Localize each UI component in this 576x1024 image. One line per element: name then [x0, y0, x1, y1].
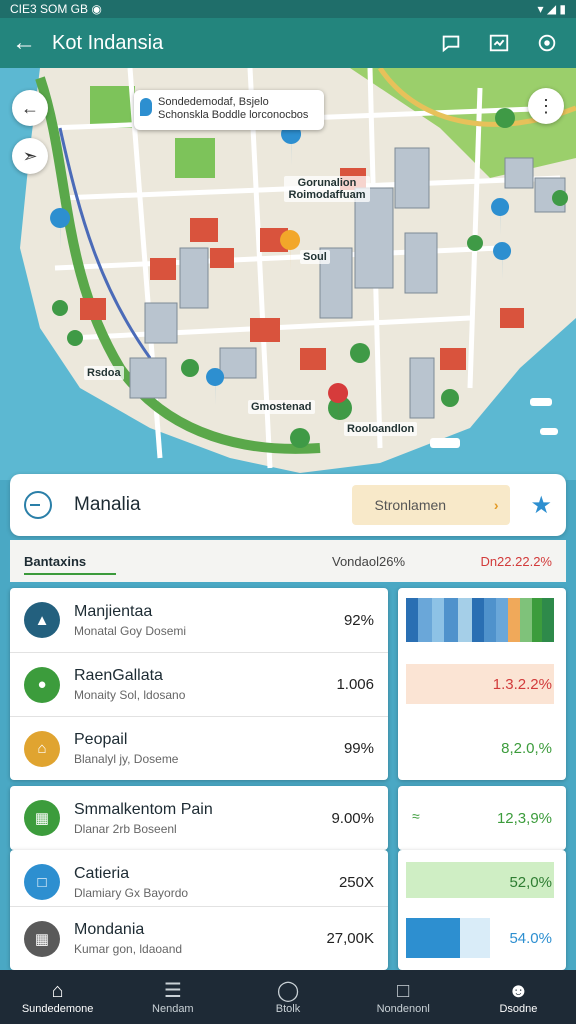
stats-card: 52,0% 54.0%: [398, 850, 566, 970]
bottom-sheet: Manalia Stronlamen › ★ Bantaxins Vondaol…: [0, 470, 576, 970]
nav-item-profile[interactable]: ☻ Dsodne: [461, 970, 576, 1024]
item-subtitle: Monatal Goy Dosemi: [74, 623, 187, 638]
list-card: ▲ Manjientaa Monatal Goy Dosemi 92% ● Rae…: [10, 588, 388, 780]
item-subtitle: Kumar gon, ldaoand: [74, 942, 183, 956]
city-map[interactable]: ← ➣ ⋮ Sondedemodaf, Bsjelo Schonskla Bod…: [0, 68, 576, 480]
nav-item-home[interactable]: ⌂ Sundedemone: [0, 970, 115, 1024]
map-label: Gmostenad: [248, 400, 315, 414]
map-label: Rooloandlon: [344, 422, 418, 436]
nav-item-explore[interactable]: ◯ Btolk: [230, 970, 345, 1024]
stat-row: 12,3,9%: [398, 786, 566, 850]
stat-row: 8,2.0,%: [398, 716, 566, 780]
item-title: Catieria: [74, 864, 130, 882]
stream-button[interactable]: Stronlamen ›: [352, 485, 511, 525]
nav-label: Nondenonl: [376, 1003, 430, 1015]
stat-bar-rest: [460, 918, 490, 958]
map-callout[interactable]: Sondedemodaf, Bsjelo Schonskla Boddle lo…: [134, 90, 324, 130]
nav-label: Nendam: [152, 1003, 194, 1015]
nav-label: Btolk: [275, 1003, 301, 1015]
item-value: 92%: [343, 611, 374, 629]
locate-icon[interactable]: ➣: [12, 138, 48, 174]
chat-icon[interactable]: [434, 26, 468, 60]
house-icon: ⌂: [24, 730, 60, 767]
map-label: Soul: [300, 250, 330, 264]
item-value: 27,00K: [326, 930, 374, 947]
chevron-right-icon: ›: [493, 497, 499, 513]
stat-row: 52,0%: [398, 850, 566, 914]
item-subtitle: Dlamiary Gx Bayordo: [74, 885, 189, 900]
item-subtitle: Blanalyl jy, Doseme: [74, 752, 179, 766]
stat-value: 1.3.2.2%: [492, 675, 552, 693]
item-value: 1.006: [336, 676, 374, 693]
map-callout-text: Sondedemodaf, Bsjelo Schonskla Boddle lo…: [158, 96, 309, 121]
leaf-icon: ●: [24, 666, 60, 703]
item-value: 99%: [343, 740, 374, 757]
item-title: Smmalkentom Pain: [74, 800, 213, 818]
person-icon: ☻: [507, 980, 529, 1002]
tab-mid[interactable]: Vondaol26%: [332, 554, 462, 569]
item-title: RaenGallata: [74, 667, 163, 684]
back-arrow-icon[interactable]: ←: [12, 29, 38, 57]
stat-value: 8,2.0,%: [501, 739, 552, 757]
app-bar: ← Kot Indansia: [0, 18, 576, 68]
nav-label: Sundedemone: [21, 1003, 94, 1015]
more-options-icon[interactable]: ⋮: [528, 88, 564, 124]
list-icon: ☰: [163, 980, 182, 1002]
list-item[interactable]: ▦ Mondania Kumar gon, ldaoand 27,00K: [10, 906, 388, 970]
stat-bar: [406, 918, 460, 958]
item-title: Mondania: [74, 921, 145, 938]
status-bar: CIE3 SOM GB ◉ ▾ ◢ ▮: [0, 0, 576, 18]
shop-icon: □: [24, 864, 60, 900]
settings-icon[interactable]: [530, 26, 564, 60]
map-label: Gorunalion Roimodaffuam: [284, 176, 370, 202]
list-item[interactable]: ▦ Smmalkentom Pain Dlanar 2rb Boseenl 9.0…: [10, 786, 388, 850]
list-item[interactable]: ⌂ Peopail Blanalyl jy, Doseme 99%: [10, 716, 388, 780]
status-left: CIE3 SOM GB ◉: [10, 2, 102, 16]
bookmark-icon: □: [397, 980, 410, 1002]
list-item[interactable]: ● RaenGallata Monaity Sol, ldosano 1.006: [10, 652, 388, 716]
stat-row: 54.0%: [398, 906, 566, 970]
stat-value: 52,0%: [509, 873, 552, 891]
clock-icon: [24, 491, 52, 519]
museum-icon: ▦: [24, 920, 60, 957]
sheet-title: Manalia: [74, 494, 141, 515]
status-right: ▾ ◢ ▮: [537, 2, 566, 16]
pin-icon: [140, 98, 152, 116]
nav-item-saved[interactable]: □ Nondenonl: [346, 970, 461, 1024]
stat-value: 12,3,9%: [496, 809, 552, 827]
sheet-tabs: Bantaxins Vondaol26% Dn22.22.2%: [10, 540, 566, 582]
item-value: 9.00%: [331, 809, 374, 827]
stat-value: 54.0%: [509, 929, 552, 947]
star-icon[interactable]: ★: [530, 491, 552, 520]
list-card: ▦ Smmalkentom Pain Dlanar 2rb Boseenl 9.0…: [10, 786, 388, 850]
stats-card: 1.3.2.2% 8,2.0,%: [398, 588, 566, 780]
mountain-icon: ▲: [24, 602, 60, 638]
item-title: Manjientaa: [74, 602, 153, 620]
stream-button-label: Stronlamen: [374, 497, 447, 513]
stat-row: 1.3.2.2%: [398, 652, 566, 716]
map-back-button[interactable]: ←: [12, 90, 48, 126]
nav-item-list[interactable]: ☰ Nendam: [115, 970, 230, 1024]
item-subtitle: Monaity Sol, ldosano: [74, 688, 186, 702]
home-icon: ⌂: [51, 980, 64, 1002]
list-item[interactable]: □ Catieria Dlamiary Gx Bayordo 250X: [10, 850, 388, 914]
map-label: Rsdoa: [84, 366, 124, 380]
bottom-nav: ⌂ Sundedemone ☰ Nendam ◯ Btolk □ Nondeno…: [0, 970, 576, 1024]
list-card: □ Catieria Dlamiary Gx Bayordo 250X ▦ Mon…: [10, 850, 388, 970]
tab-left[interactable]: Bantaxins: [24, 554, 332, 575]
chart-icon[interactable]: [482, 26, 516, 60]
page-title: Kot Indansia: [52, 31, 164, 54]
sheet-header: Manalia Stronlamen › ★: [10, 474, 566, 536]
stats-card: ≈ 12,3,9%: [398, 786, 566, 850]
item-value: 250X: [338, 873, 374, 891]
item-title: Peopail: [74, 731, 128, 748]
list-item[interactable]: ▲ Manjientaa Monatal Goy Dosemi 92%: [10, 588, 388, 652]
tab-right[interactable]: Dn22.22.2%: [462, 554, 552, 569]
nav-label: Dsodne: [499, 1003, 538, 1015]
bar-strip: [406, 598, 554, 642]
building-icon: ▦: [24, 800, 60, 836]
circle-icon: ◯: [276, 980, 300, 1002]
item-subtitle: Dlanar 2rb Boseenl: [74, 821, 177, 836]
